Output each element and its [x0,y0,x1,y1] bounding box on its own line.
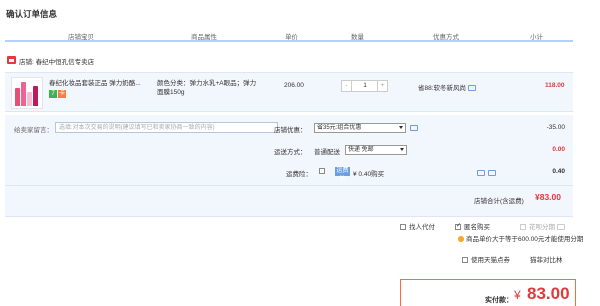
message-to-seller-input[interactable]: 选填:对本次交易的说明(建议填写已和卖家协商一致的内容) [55,122,278,133]
product-badges: 7卡 [49,90,67,98]
product-attributes: 颜色分类：弹力水乳+A眼品；弹力面膜150g [157,80,257,96]
insurance-amount: 0.40 [552,168,565,175]
header-quantity: 数量 [351,34,364,41]
payment-amount: 83.00 [527,284,570,303]
order-options: 给卖家留言： 选填:对本次交易的说明(建议填写已和卖家协商一致的内容) 店铺优惠… [5,115,573,217]
discount-info-icon[interactable] [410,125,418,131]
header-subtotal: 小计 [530,34,543,41]
seven-day-return-icon: 7 [49,90,57,98]
shop-total-label: 店铺合计(含运费) [474,198,524,205]
anonymous-option[interactable]: 匿名购买 [455,221,490,231]
huabei-label: 花呗分期 [529,224,555,231]
table-header: 店铺宝贝 商品属性 单价 数量 优惠方式 小计 [5,30,573,42]
insurance-label: 运费险： [286,171,312,178]
shipping-select[interactable]: 快递 免邮 [345,145,407,155]
message-label: 给卖家留言： [14,127,53,134]
insurance-price: ¥ 0.40购买 [353,171,385,178]
shop-discount-selected: 省35元:组合优惠 [317,125,362,131]
quantity-minus-button[interactable]: - [342,81,352,91]
insurance-badge: 运费险 [335,167,350,183]
shipping-type: 普通配送 [314,149,340,156]
card-pay-icon: 卡 [58,90,66,98]
quantity-stepper: - 1 + [341,80,388,92]
quantity-plus-button[interactable]: + [377,81,387,91]
proxy-pay-option[interactable]: 找人代付 [400,221,435,231]
insurance-checkbox[interactable] [319,168,325,174]
shop-row: 店铺: 春纪中恒孔信专卖店 [5,55,573,67]
item-subtotal: 118.00 [545,82,565,89]
item-promotion: 省88:软冬新风尚 [418,82,477,92]
proxy-pay-checkbox[interactable] [400,224,406,231]
lightbulb-icon [458,236,464,243]
anonymous-checkbox[interactable] [455,222,461,231]
shop-discount-select[interactable]: 省35元:组合优惠 [314,123,406,133]
bottle-shape [27,92,32,106]
payment-summary: 实付款： ¥ 83.00 [400,279,576,306]
chevron-down-icon [399,126,403,129]
shop-icon [7,56,16,64]
payment-currency: ¥ [514,288,521,302]
chevron-down-icon [400,148,404,151]
installment-tip-text: 商品单价大于等于600.00元才能使用分期 [466,236,584,243]
shipping-selected: 快递 免邮 [348,147,374,153]
bottle-shape [21,82,26,106]
product-thumbnail[interactable] [11,77,43,109]
divider [5,185,573,186]
payment-label: 实付款： [485,297,513,304]
tmall-points-label: 使用天猫点券 [471,257,510,264]
quantity-input[interactable]: 1 [353,81,377,91]
huabei-info-icon[interactable] [557,224,565,231]
insurance-info-icon[interactable] [488,170,496,176]
huabei-option[interactable]: 花呗分期 [520,221,565,231]
header-shop-items: 店铺宝贝 [68,34,94,41]
bottle-shape [15,88,20,106]
shop-discount-label: 店铺优惠： [274,127,307,134]
page-title: 确认订单信息 [6,9,58,19]
bottle-shape [33,86,38,106]
shipping-amount: 0.00 [552,146,565,153]
tmall-points-option[interactable]: 使用天猫点券 [462,254,510,264]
header-promotion: 优惠方式 [433,34,459,41]
anonymous-label: 匿名购买 [464,224,490,231]
shop-total-amount: ¥83.00 [535,192,561,202]
cart-item-row: 春纪化妆品套装正品 弹力奶酪... 7卡 颜色分类：弹力水乳+A眼品；弹力面膜1… [5,72,573,112]
unit-price: 206.00 [284,82,304,89]
promotion-info-icon[interactable] [468,85,477,92]
shop-discount-amount: -35.00 [546,124,565,131]
product-name-link[interactable]: 春纪化妆品套装正品 弹力奶酪... [49,79,154,88]
shop-name-link[interactable]: 店铺: 春纪中恒孔信专卖店 [19,56,94,66]
header-attributes: 商品属性 [191,34,217,41]
item-promotion-text: 省88:软冬新风尚 [418,85,467,92]
installment-tip: 商品单价大于等于600.00元才能使用分期 [458,233,583,243]
proxy-pay-label: 找人代付 [409,224,435,231]
header-unit-price: 单价 [285,34,298,41]
points-rules-link[interactable]: 猫菲对比林 [530,254,563,264]
tmall-points-checkbox[interactable] [462,257,468,264]
insurance-help-icon[interactable] [477,170,485,176]
huabei-checkbox[interactable] [520,224,526,231]
shipping-label: 运送方式： [274,149,307,156]
